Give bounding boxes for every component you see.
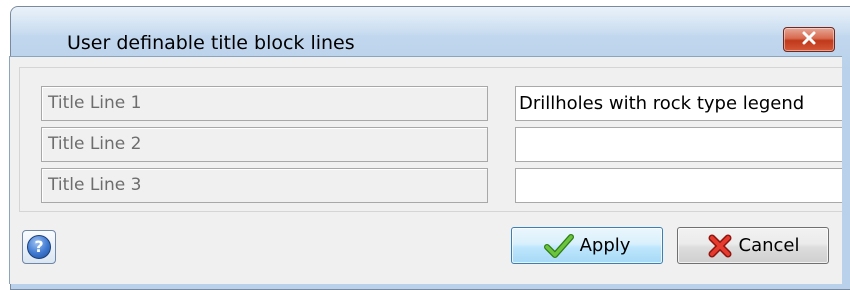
title-line-2-input[interactable]: [515, 127, 842, 162]
x-icon: [707, 233, 733, 259]
title-line-2-label: Title Line 2: [41, 127, 488, 162]
close-button[interactable]: [783, 27, 835, 52]
apply-button[interactable]: Apply: [511, 227, 663, 264]
apply-label: Apply: [579, 235, 631, 256]
help-button[interactable]: ?: [22, 230, 56, 264]
close-icon: [801, 30, 817, 49]
checkmark-icon: [543, 233, 574, 259]
window-title: User definable title block lines: [67, 32, 355, 54]
title-line-3-input[interactable]: [515, 168, 842, 203]
help-icon: ?: [27, 235, 51, 259]
title-line-3-label: Title Line 3: [41, 168, 488, 203]
title-line-1-label: Title Line 1: [41, 86, 488, 121]
cancel-label: Cancel: [738, 235, 800, 256]
title-line-1-input[interactable]: Drillholes with rock type legend: [515, 86, 842, 121]
cancel-button[interactable]: Cancel: [677, 227, 829, 264]
